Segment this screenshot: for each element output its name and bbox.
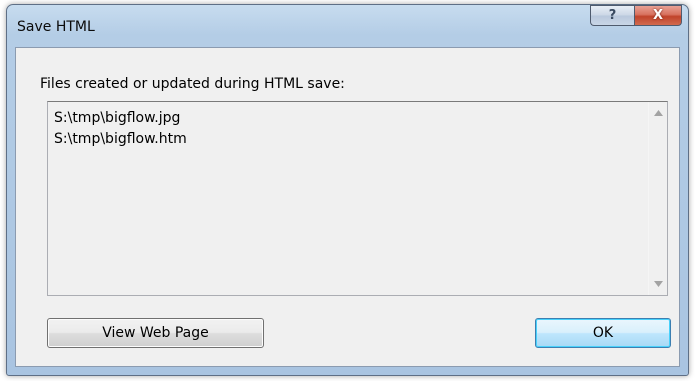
- caption-buttons: ? X: [590, 5, 682, 27]
- scroll-up-arrow-icon[interactable]: [649, 104, 667, 122]
- file-list: S:\tmp\bigflow.jpg S:\tmp\bigflow.htm: [54, 108, 187, 150]
- close-button[interactable]: X: [634, 5, 682, 26]
- vertical-scrollbar[interactable]: [648, 102, 667, 295]
- file-list-item[interactable]: S:\tmp\bigflow.htm: [54, 129, 187, 150]
- files-listbox[interactable]: S:\tmp\bigflow.jpg S:\tmp\bigflow.htm: [47, 101, 668, 296]
- help-button[interactable]: ?: [590, 5, 634, 26]
- help-icon: ?: [608, 8, 617, 23]
- window-title: Save HTML: [17, 19, 95, 35]
- file-list-item[interactable]: S:\tmp\bigflow.jpg: [54, 108, 187, 129]
- ok-button[interactable]: OK: [535, 318, 671, 348]
- title-bar[interactable]: Save HTML ? X: [7, 5, 688, 47]
- close-icon: X: [652, 8, 664, 23]
- view-web-page-button[interactable]: View Web Page: [47, 318, 264, 348]
- scroll-down-arrow-icon[interactable]: [649, 275, 667, 293]
- files-label: Files created or updated during HTML sav…: [40, 76, 345, 92]
